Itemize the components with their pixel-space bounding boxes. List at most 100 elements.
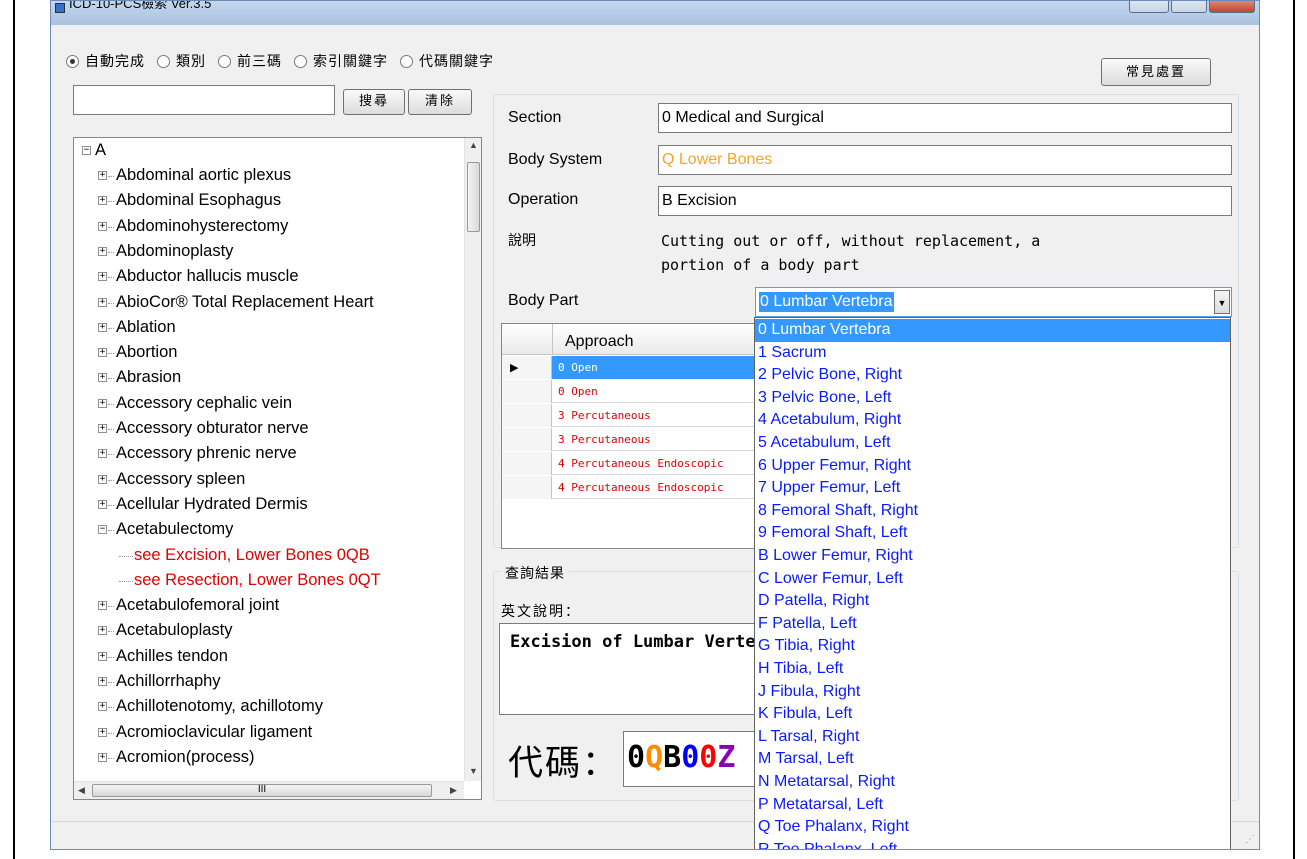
radio-autocomplete[interactable]: 自動完成	[66, 51, 145, 71]
expand-icon[interactable]: +	[98, 449, 107, 459]
approach-cell[interactable]: 4 Percutaneous Endoscopic	[552, 452, 760, 475]
body-system-field[interactable]: Q Lower Bones	[658, 145, 1232, 175]
expand-icon[interactable]: +	[98, 322, 107, 332]
scroll-up-icon[interactable]: ▲	[469, 140, 478, 150]
dropdown-option[interactable]: J Fibula, Right	[755, 681, 1230, 704]
dropdown-option[interactable]: 5 Acetabulum, Left	[755, 432, 1230, 455]
collapse-icon[interactable]: −	[98, 525, 107, 535]
expand-icon[interactable]: +	[98, 373, 107, 383]
approach-column-header[interactable]: Approach	[552, 324, 760, 355]
dropdown-option[interactable]: 4 Acetabulum, Right	[755, 409, 1230, 432]
dropdown-option[interactable]: 8 Femoral Shaft, Right	[755, 500, 1230, 523]
expand-icon[interactable]: +	[98, 272, 107, 282]
radio-index-keyword[interactable]: 索引關鍵字	[294, 51, 388, 71]
dropdown-option[interactable]: B Lower Femur, Right	[755, 545, 1230, 568]
expand-icon[interactable]: +	[98, 171, 107, 180]
search-input[interactable]	[73, 85, 335, 115]
dropdown-option[interactable]: 2 Pelvic Bone, Right	[755, 364, 1230, 387]
row-header[interactable]	[502, 476, 552, 499]
row-header[interactable]	[502, 380, 552, 403]
expand-icon[interactable]: +	[98, 474, 107, 484]
dropdown-option[interactable]: 1 Sacrum	[755, 342, 1230, 365]
radio-first-three-codes[interactable]: 前三碼	[218, 51, 282, 71]
dropdown-option[interactable]: K Fibula, Left	[755, 703, 1230, 726]
clear-button[interactable]: 清除	[408, 89, 472, 115]
tree-horizontal-scrollbar[interactable]: ◀ III ▶	[74, 781, 464, 799]
table-row[interactable]: 0 Open	[502, 380, 760, 403]
collapse-icon[interactable]: −	[82, 146, 91, 155]
dropdown-option[interactable]: 3 Pelvic Bone, Left	[755, 387, 1230, 410]
dropdown-option[interactable]: M Tarsal, Left	[755, 748, 1230, 771]
dropdown-option[interactable]: 9 Femoral Shaft, Left	[755, 522, 1230, 545]
approach-cell[interactable]: 0 Open	[552, 380, 760, 403]
common-procedures-button[interactable]: 常見處置	[1101, 58, 1211, 86]
code-character: Z	[717, 740, 736, 775]
english-description-box[interactable]: Excision of Lumbar Vertebra	[499, 623, 759, 715]
code-character: B	[663, 740, 682, 775]
body-part-label: Body Part	[508, 292, 579, 309]
table-row[interactable]: 3 Percutaneous	[502, 404, 760, 427]
dropdown-option[interactable]: Q Toe Phalanx, Right	[755, 816, 1230, 839]
row-header[interactable]	[502, 404, 552, 427]
expand-icon[interactable]: +	[98, 221, 107, 231]
expand-icon[interactable]: +	[98, 196, 107, 206]
table-row[interactable]: 4 Percutaneous Endoscopic	[502, 452, 760, 475]
dropdown-option[interactable]: L Tarsal, Right	[755, 726, 1230, 749]
row-header[interactable]	[502, 428, 552, 451]
minimize-button[interactable]	[1129, 1, 1169, 13]
dropdown-option[interactable]: C Lower Femur, Left	[755, 568, 1230, 591]
body-part-dropdown-list[interactable]: 0 Lumbar Vertebra 1 Sacrum 2 Pelvic Bone, …	[754, 317, 1231, 849]
dropdown-option[interactable]: H Tibia, Left	[755, 658, 1230, 681]
expand-icon[interactable]: +	[98, 626, 107, 636]
scroll-down-icon[interactable]: ▼	[469, 766, 478, 776]
approach-cell[interactable]: 0 Open	[552, 356, 760, 379]
expand-icon[interactable]: +	[98, 651, 107, 661]
expand-icon[interactable]: +	[98, 499, 107, 509]
approach-grid[interactable]: Approach ▶ 0 Open 0 Open 3 Percutaneous …	[501, 323, 761, 549]
maximize-button[interactable]	[1171, 1, 1207, 13]
dropdown-option[interactable]: G Tibia, Right	[755, 635, 1230, 658]
dropdown-option[interactable]: 7 Upper Femur, Left	[755, 477, 1230, 500]
dropdown-option[interactable]: F Patella, Left	[755, 613, 1230, 636]
expand-icon[interactable]: +	[98, 677, 107, 686]
table-row[interactable]: ▶ 0 Open	[502, 356, 760, 379]
scroll-thumb[interactable]	[467, 162, 480, 232]
radio-code-keyword[interactable]: 代碼關鍵字	[400, 51, 494, 71]
body-part-select[interactable]: 0 Lumbar Vertebra ▼	[755, 287, 1232, 317]
section-field[interactable]: 0 Medical and Surgical	[658, 103, 1232, 133]
expand-icon[interactable]: +	[98, 424, 107, 433]
close-button[interactable]	[1209, 1, 1255, 13]
expand-icon[interactable]: +	[98, 601, 107, 611]
resize-grip-icon[interactable]: ⋰	[1245, 834, 1255, 845]
code-display[interactable]: 0QB00Z	[623, 731, 763, 787]
scroll-thumb[interactable]: III	[92, 784, 432, 797]
operation-field[interactable]: B Excision	[658, 186, 1232, 216]
row-header[interactable]: ▶	[502, 356, 552, 379]
expand-icon[interactable]: +	[98, 348, 107, 358]
tree-vertical-scrollbar[interactable]: ▲ ▼	[464, 138, 481, 781]
expand-icon[interactable]: +	[98, 297, 107, 307]
row-header[interactable]	[502, 452, 552, 475]
expand-icon[interactable]: +	[98, 727, 107, 737]
search-button[interactable]: 搜尋	[343, 89, 405, 115]
index-tree[interactable]: − A + Abdominal aortic plexus + Abdominal E…	[73, 137, 482, 800]
approach-cell[interactable]: 3 Percutaneous	[552, 404, 760, 427]
radio-category[interactable]: 類別	[157, 51, 206, 71]
dropdown-option[interactable]: 0 Lumbar Vertebra	[755, 319, 1230, 342]
dropdown-option[interactable]: N Metatarsal, Right	[755, 771, 1230, 794]
chevron-down-icon[interactable]: ▼	[1214, 290, 1230, 314]
dropdown-option[interactable]: P Metatarsal, Left	[755, 794, 1230, 817]
approach-cell[interactable]: 3 Percutaneous	[552, 428, 760, 451]
expand-icon[interactable]: +	[98, 246, 107, 256]
table-row[interactable]: 4 Percutaneous Endoscopic	[502, 476, 760, 499]
table-row[interactable]: 3 Percutaneous	[502, 428, 760, 451]
expand-icon[interactable]: +	[98, 702, 107, 712]
dropdown-option[interactable]: R Toe Phalanx, Left	[755, 839, 1230, 849]
dropdown-option[interactable]: D Patella, Right	[755, 590, 1230, 613]
scroll-left-icon[interactable]: ◀	[78, 785, 85, 796]
expand-icon[interactable]: +	[98, 752, 107, 762]
dropdown-option[interactable]: 6 Upper Femur, Right	[755, 455, 1230, 478]
scroll-right-icon[interactable]: ▶	[450, 785, 457, 796]
expand-icon[interactable]: +	[98, 398, 107, 408]
approach-cell[interactable]: 4 Percutaneous Endoscopic	[552, 476, 760, 499]
